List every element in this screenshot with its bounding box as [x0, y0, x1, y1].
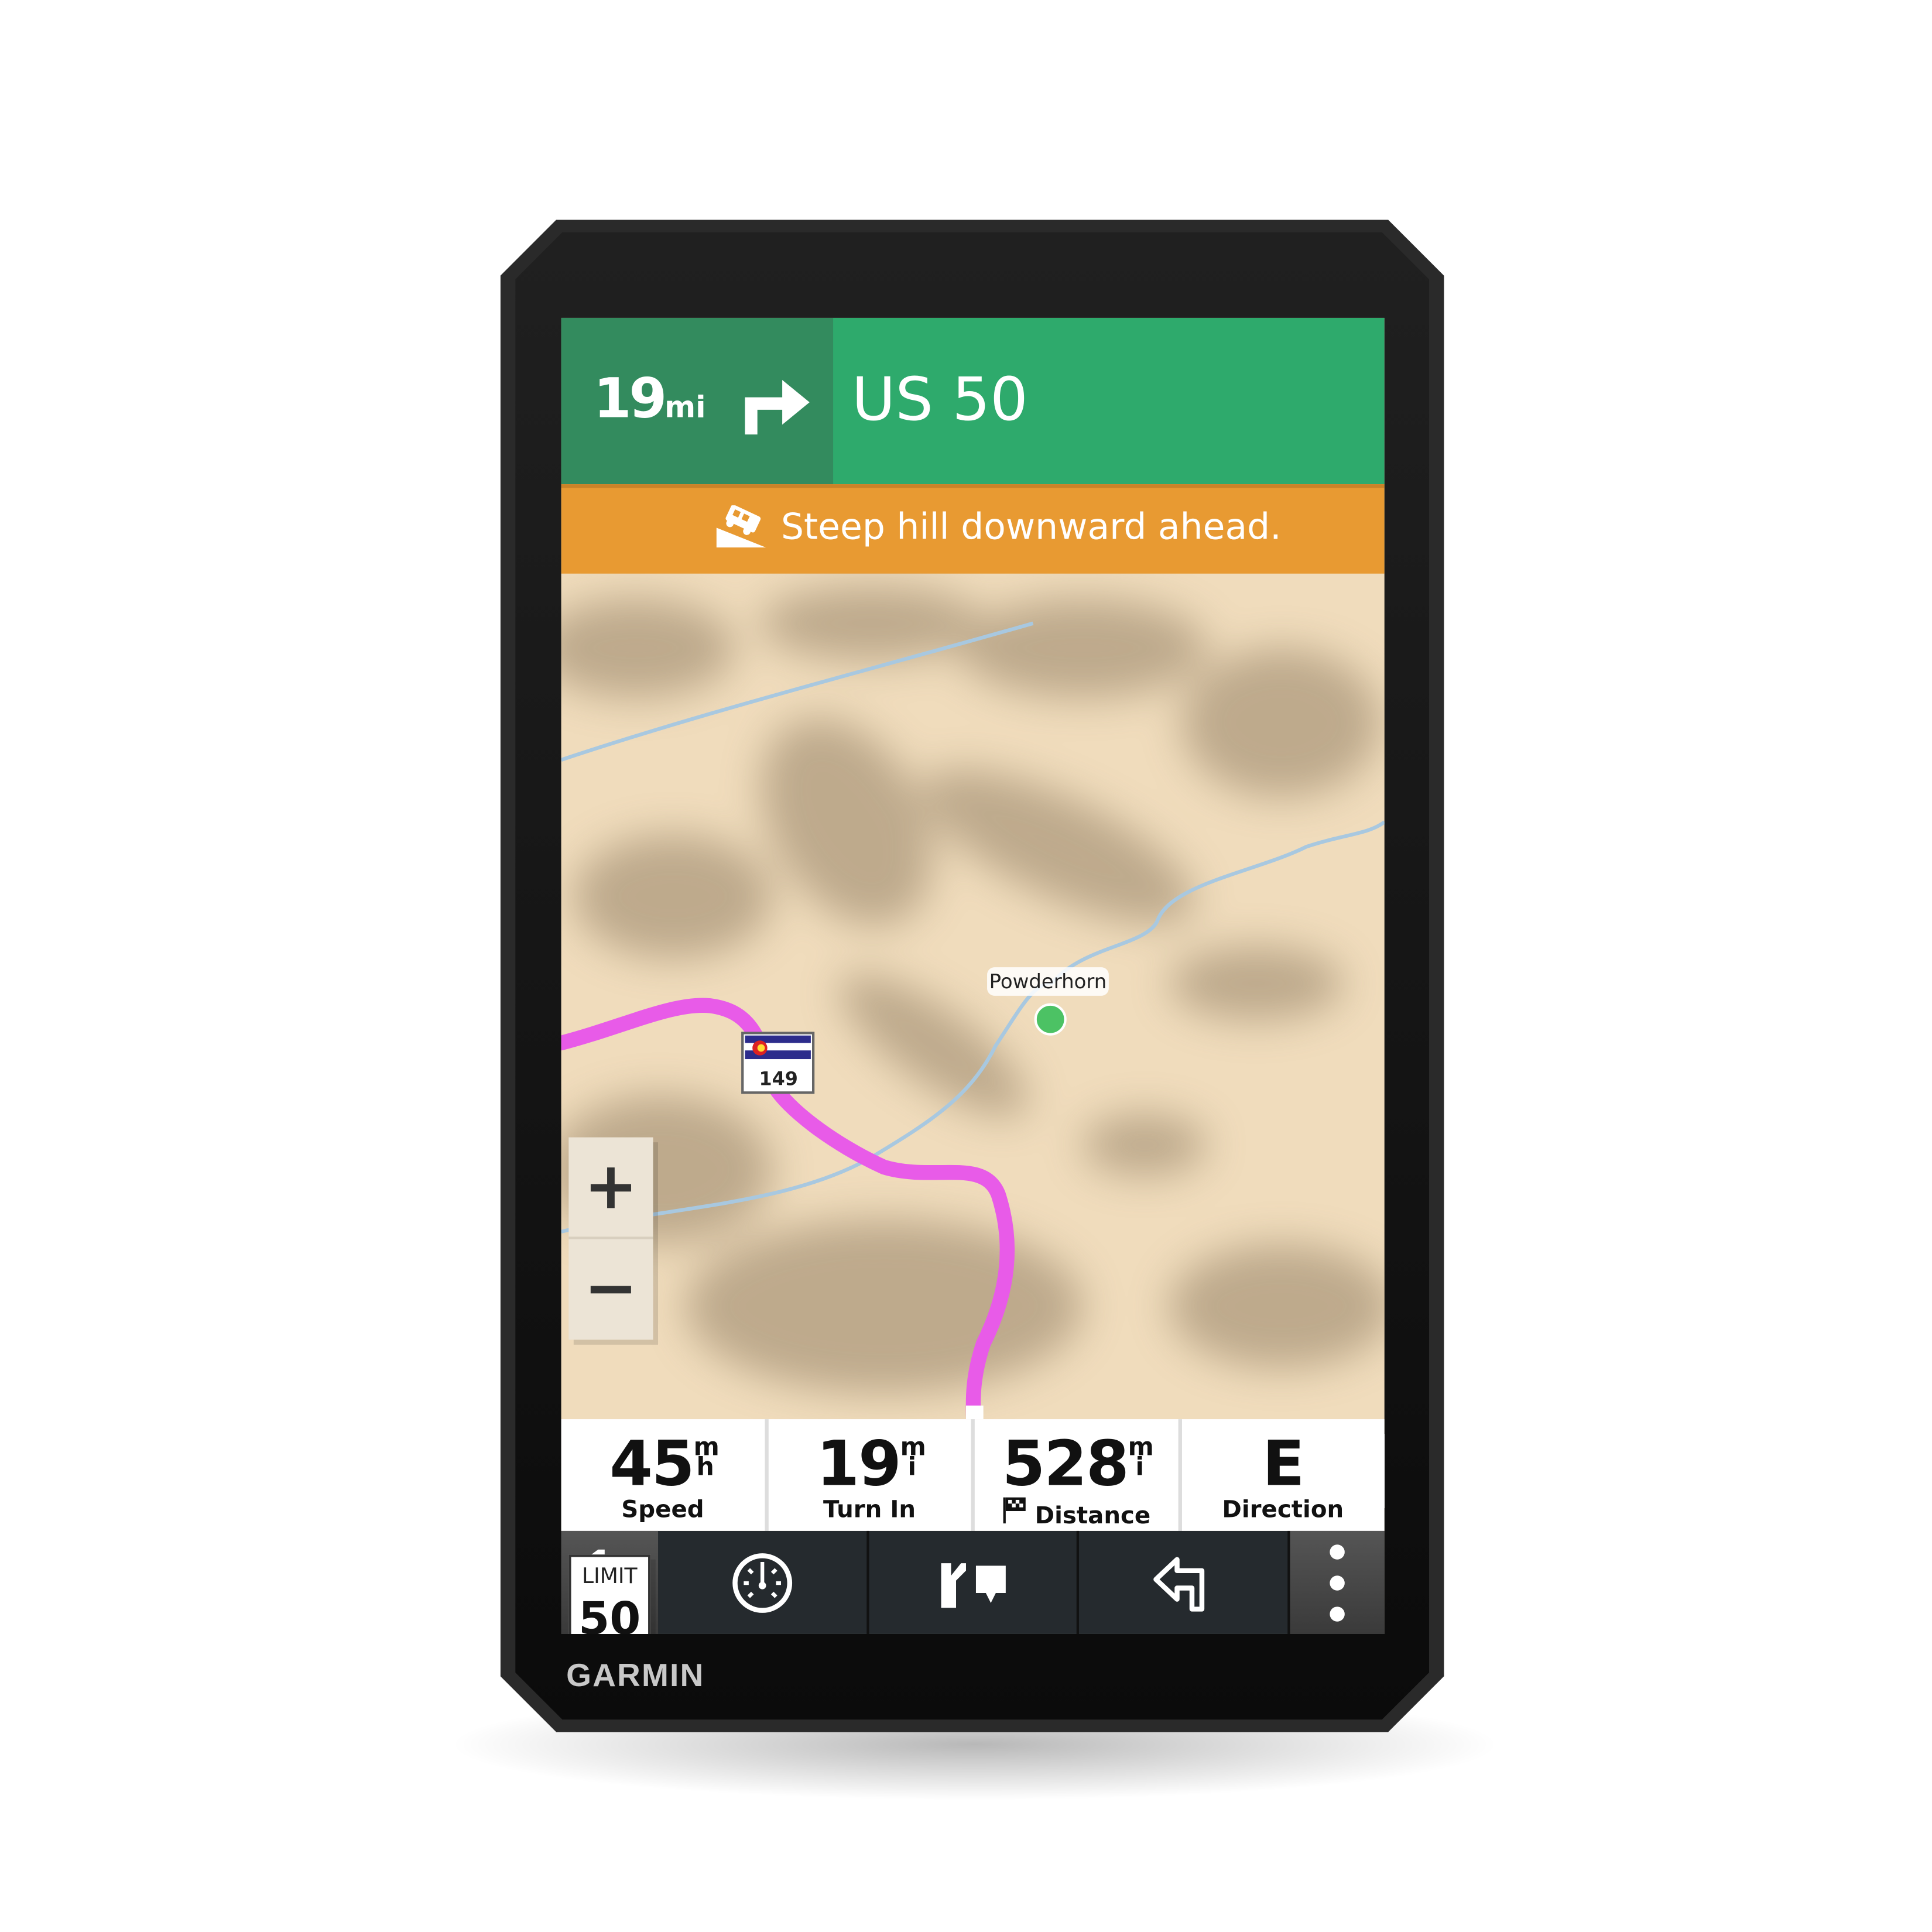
direction-label: Direction	[1222, 1496, 1344, 1524]
alert-banner[interactable]: Steep hill downward ahead.	[561, 484, 1385, 574]
field-direction[interactable]: E Direction	[1177, 1419, 1385, 1531]
field-distance[interactable]: 528mi Distance	[971, 1419, 1177, 1531]
place-label-powderhorn[interactable]: Powderhorn	[989, 971, 1107, 994]
turn-right-icon	[745, 379, 810, 435]
speed-label: Speed	[621, 1496, 704, 1524]
speed-limit-label: LIMIT	[582, 1564, 638, 1590]
distance-to-dest-value: 528	[1002, 1427, 1129, 1500]
steep-hill-downward-icon	[716, 505, 766, 548]
speedometer-button[interactable]	[658, 1531, 866, 1634]
alert-text: Steep hill downward ahead.	[780, 505, 1282, 548]
turn-in-value: 19	[816, 1427, 901, 1500]
route-services-button[interactable]	[866, 1530, 1077, 1634]
vehicle-position	[965, 1405, 984, 1423]
turn-list-icon	[1153, 1556, 1205, 1611]
road-name: US 50	[851, 365, 1028, 435]
route-shield-number: 149	[759, 1068, 798, 1090]
turn-in-unit: mi	[900, 1431, 926, 1482]
distance-unit: mi	[664, 389, 706, 425]
distance-to-dest-unit: mi	[1128, 1431, 1154, 1482]
route-shield-149[interactable]: 149	[741, 1032, 815, 1094]
turn-list-button[interactable]	[1077, 1530, 1287, 1634]
map-view[interactable]: 149 Powderhorn + − LIMIT 50	[561, 573, 1385, 1634]
field-turn-in[interactable]: 19mi Turn In	[764, 1419, 971, 1531]
place-marker[interactable]	[1034, 1003, 1067, 1036]
more-menu-button[interactable]	[1287, 1530, 1385, 1634]
zoom-out-button[interactable]: −	[568, 1239, 653, 1339]
terrain-map[interactable]: 149 Powderhorn	[561, 573, 1385, 1427]
speedometer-icon	[732, 1553, 792, 1612]
more-icon	[1330, 1544, 1345, 1621]
bottom-toolbar	[561, 1530, 1385, 1634]
distance-value: 19	[593, 367, 667, 431]
speed-limit-value: 50	[578, 1594, 641, 1634]
data-fields: 45mh Speed 19mi Turn In 528mi Distance E…	[561, 1419, 1385, 1531]
checkered-flag-icon	[1003, 1497, 1026, 1524]
turn-distance: 19mi	[594, 368, 706, 431]
stage: GARMIN 19mi US 50 Steep hill downward ah…	[0, 0, 1932, 1932]
brand-logo: GARMIN	[566, 1656, 705, 1694]
speed-unit: mh	[693, 1431, 720, 1482]
zoom-in-button[interactable]: +	[568, 1138, 653, 1239]
next-turn-header[interactable]: 19mi US 50	[561, 317, 1385, 485]
distance-label: Distance	[1034, 1502, 1151, 1530]
route-services-icon	[940, 1563, 1005, 1608]
direction-value: E	[1262, 1427, 1304, 1500]
speed-value: 45	[609, 1427, 694, 1500]
field-speed[interactable]: 45mh Speed	[561, 1419, 765, 1531]
turn-in-label: Turn In	[823, 1496, 916, 1524]
screen: 19mi US 50 Steep hill downward ahead. 14…	[561, 317, 1385, 1634]
zoom-controls: + −	[568, 1137, 653, 1340]
speed-limit-sign: LIMIT 50	[568, 1554, 651, 1634]
